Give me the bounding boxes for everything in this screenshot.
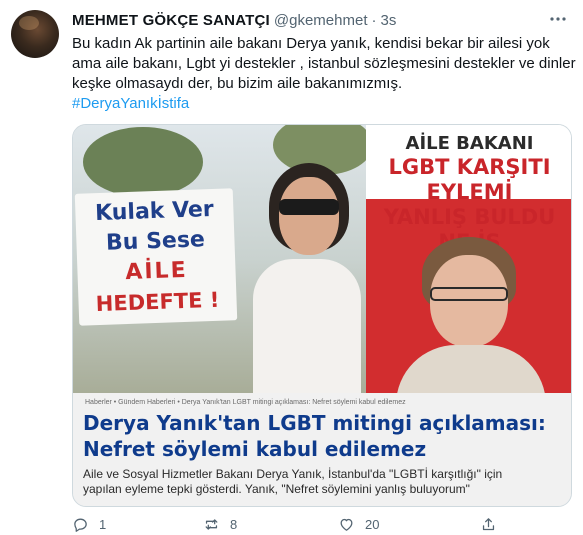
retweet-icon xyxy=(205,519,218,530)
separator-dot: · xyxy=(371,11,377,29)
reply-icon xyxy=(74,518,87,532)
heart-icon xyxy=(340,518,353,531)
reply-button[interactable]: 1 xyxy=(72,516,106,533)
poster-text: YANLIŞ BULDU xyxy=(383,205,556,229)
poster-text: LGBT KARŞITI xyxy=(388,155,551,179)
news-article-screenshot: Haberler • Gündem Haberleri • Derya Yanı… xyxy=(73,393,571,506)
article-title-line: Nefret söylemi kabul edilemez xyxy=(83,437,427,461)
like-button[interactable]: 20 xyxy=(338,516,379,533)
tweet-actions: 1 8 20 xyxy=(72,516,502,535)
protester-figure xyxy=(253,163,361,399)
tweet-text-line: Bu kadın Ak partinin aile bakanı Derya y… xyxy=(72,35,550,52)
minister-poster: AİLE BAKANI LGBT KARŞITI EYLEMİ YANLIŞ B… xyxy=(366,125,571,405)
protest-sign: Kulak Ver Bu Sese AİLE HEDEFTE ! xyxy=(74,188,238,326)
avatar-highlight xyxy=(19,16,39,30)
share-button[interactable] xyxy=(480,516,497,533)
article-title: Derya Yanık'tan LGBT mitingi açıklaması:… xyxy=(83,410,568,462)
more-icon xyxy=(550,17,566,21)
protester-face xyxy=(279,177,339,255)
article-body-line: Aile ve Sosyal Hizmetler Bakanı Derya Ya… xyxy=(83,467,503,481)
reply-count: 1 xyxy=(99,517,107,532)
tweet-header: MEHMET GÖKÇE SANATÇI @gkemehmet · 3s xyxy=(72,10,396,30)
retweet-count: 8 xyxy=(230,517,238,532)
like-count: 20 xyxy=(365,517,380,532)
article-body: Aile ve Sosyal Hizmetler Bakanı Derya Ya… xyxy=(83,467,568,497)
tweet-text: Bu kadın Ak partinin aile bakanı Derya y… xyxy=(72,34,576,94)
protest-photo: Kulak Ver Bu Sese AİLE HEDEFTE ! xyxy=(73,125,373,399)
author-name[interactable]: MEHMET GÖKÇE SANATÇI xyxy=(72,12,270,29)
sign-text: HEDEFTE ! xyxy=(95,287,220,317)
hashtag-link[interactable]: #DeryaYanıkİstifa xyxy=(72,94,189,114)
background-tree xyxy=(83,127,203,197)
minister-portrait xyxy=(396,237,546,405)
share-icon xyxy=(482,518,495,531)
article-title-line: Derya Yanık'tan LGBT mitingi açıklaması: xyxy=(83,411,546,435)
avatar[interactable] xyxy=(11,10,59,58)
more-options-button[interactable] xyxy=(547,10,569,28)
article-breadcrumb: Haberler • Gündem Haberleri • Derya Yanı… xyxy=(85,399,406,406)
author-handle[interactable]: @gkemehmet xyxy=(274,12,368,29)
minister-face xyxy=(430,255,508,347)
poster-text: AİLE BAKANI xyxy=(405,133,534,154)
protester-body xyxy=(253,259,361,399)
article-body-line: yapılan eyleme tepki gösterdi. Yanık, "N… xyxy=(83,482,470,496)
sign-text: Kulak Ver xyxy=(94,196,215,227)
tweet-text-line: ama aile bakanı, Lgbt yi destekler , ist… xyxy=(72,55,576,72)
tweet[interactable]: MEHMET GÖKÇE SANATÇI @gkemehmet · 3s Bu … xyxy=(0,0,583,535)
poster-text: EYLEMİ xyxy=(426,180,513,204)
minister-glasses xyxy=(430,287,508,301)
protester-sunglasses xyxy=(279,199,339,215)
sign-text: Bu Sese xyxy=(105,227,206,256)
tweet-media-image[interactable]: Kulak Ver Bu Sese AİLE HEDEFTE ! AİLE BA… xyxy=(72,124,572,507)
sign-text: AİLE xyxy=(124,257,189,286)
retweet-button[interactable]: 8 xyxy=(203,516,237,533)
tweet-text-line: keşke olmasaydı der, bu bizim aile bakan… xyxy=(72,75,403,92)
tweet-timestamp[interactable]: 3s xyxy=(381,12,397,29)
